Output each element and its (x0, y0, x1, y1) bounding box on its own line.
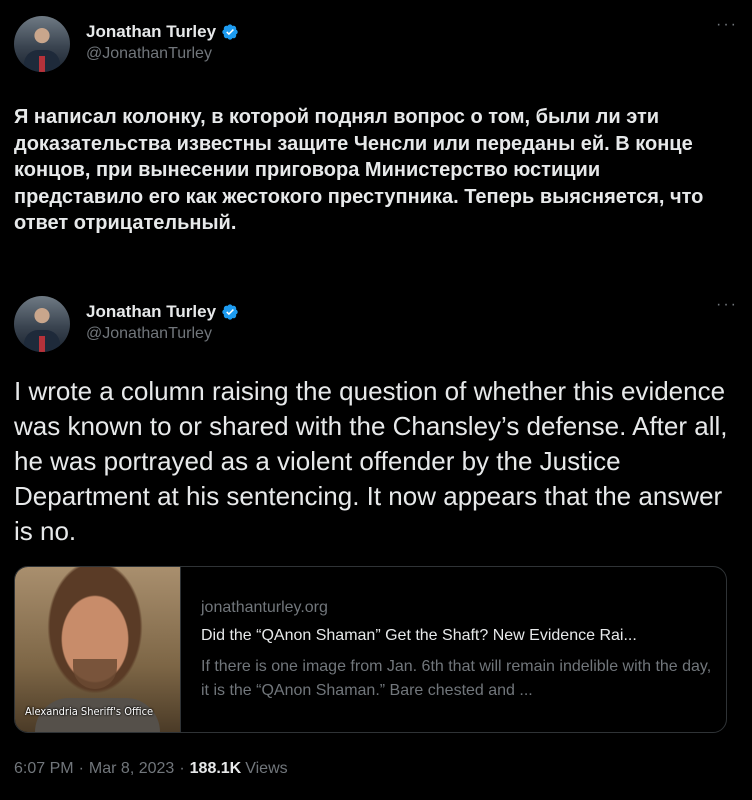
separator: · (179, 760, 185, 777)
link-preview-card[interactable]: Alexandria Sheriff's Office jonathanturl… (14, 566, 727, 733)
card-thumbnail: Alexandria Sheriff's Office (15, 567, 181, 732)
tweet-text: I wrote a column raising the question of… (14, 376, 728, 546)
card-domain: jonathanturley.org (201, 599, 328, 616)
author-handle[interactable]: @JonathanTurley (86, 325, 239, 343)
author-name[interactable]: Jonathan Turley (86, 302, 216, 322)
author-handle[interactable]: @JonathanTurley (86, 45, 239, 63)
card-description: If there is one image from Jan. 6th that… (201, 658, 712, 699)
tweet-date[interactable]: Mar 8, 2023 (89, 760, 174, 778)
tweet-time[interactable]: 6:07 PM (14, 760, 74, 778)
card-title: Did the “QAnon Shaman” Get the Shaft? Ne… (201, 627, 637, 644)
author-avatar[interactable] (14, 16, 70, 72)
more-options-icon[interactable]: ··· (716, 296, 738, 314)
author-name[interactable]: Jonathan Turley (86, 22, 216, 42)
views-count[interactable]: 188.1K (190, 760, 242, 778)
tweet1-header: Jonathan Turley @JonathanTurley ··· (14, 16, 738, 72)
author-avatar[interactable] (14, 296, 70, 352)
quoted-tweet-text: Я написал колонку, в которой поднял вопр… (14, 106, 704, 234)
more-options-icon[interactable]: ··· (716, 16, 738, 34)
thumbnail-caption: Alexandria Sheriff's Office (25, 705, 154, 718)
verified-badge-icon (222, 24, 238, 40)
tweet-meta: 6:07 PM · Mar 8, 2023 · 188.1K Views (14, 760, 288, 778)
tweet2-header: Jonathan Turley @JonathanTurley ··· (14, 296, 738, 352)
separator: · (78, 760, 84, 777)
views-label: Views (245, 760, 288, 777)
verified-badge-icon (222, 304, 238, 320)
